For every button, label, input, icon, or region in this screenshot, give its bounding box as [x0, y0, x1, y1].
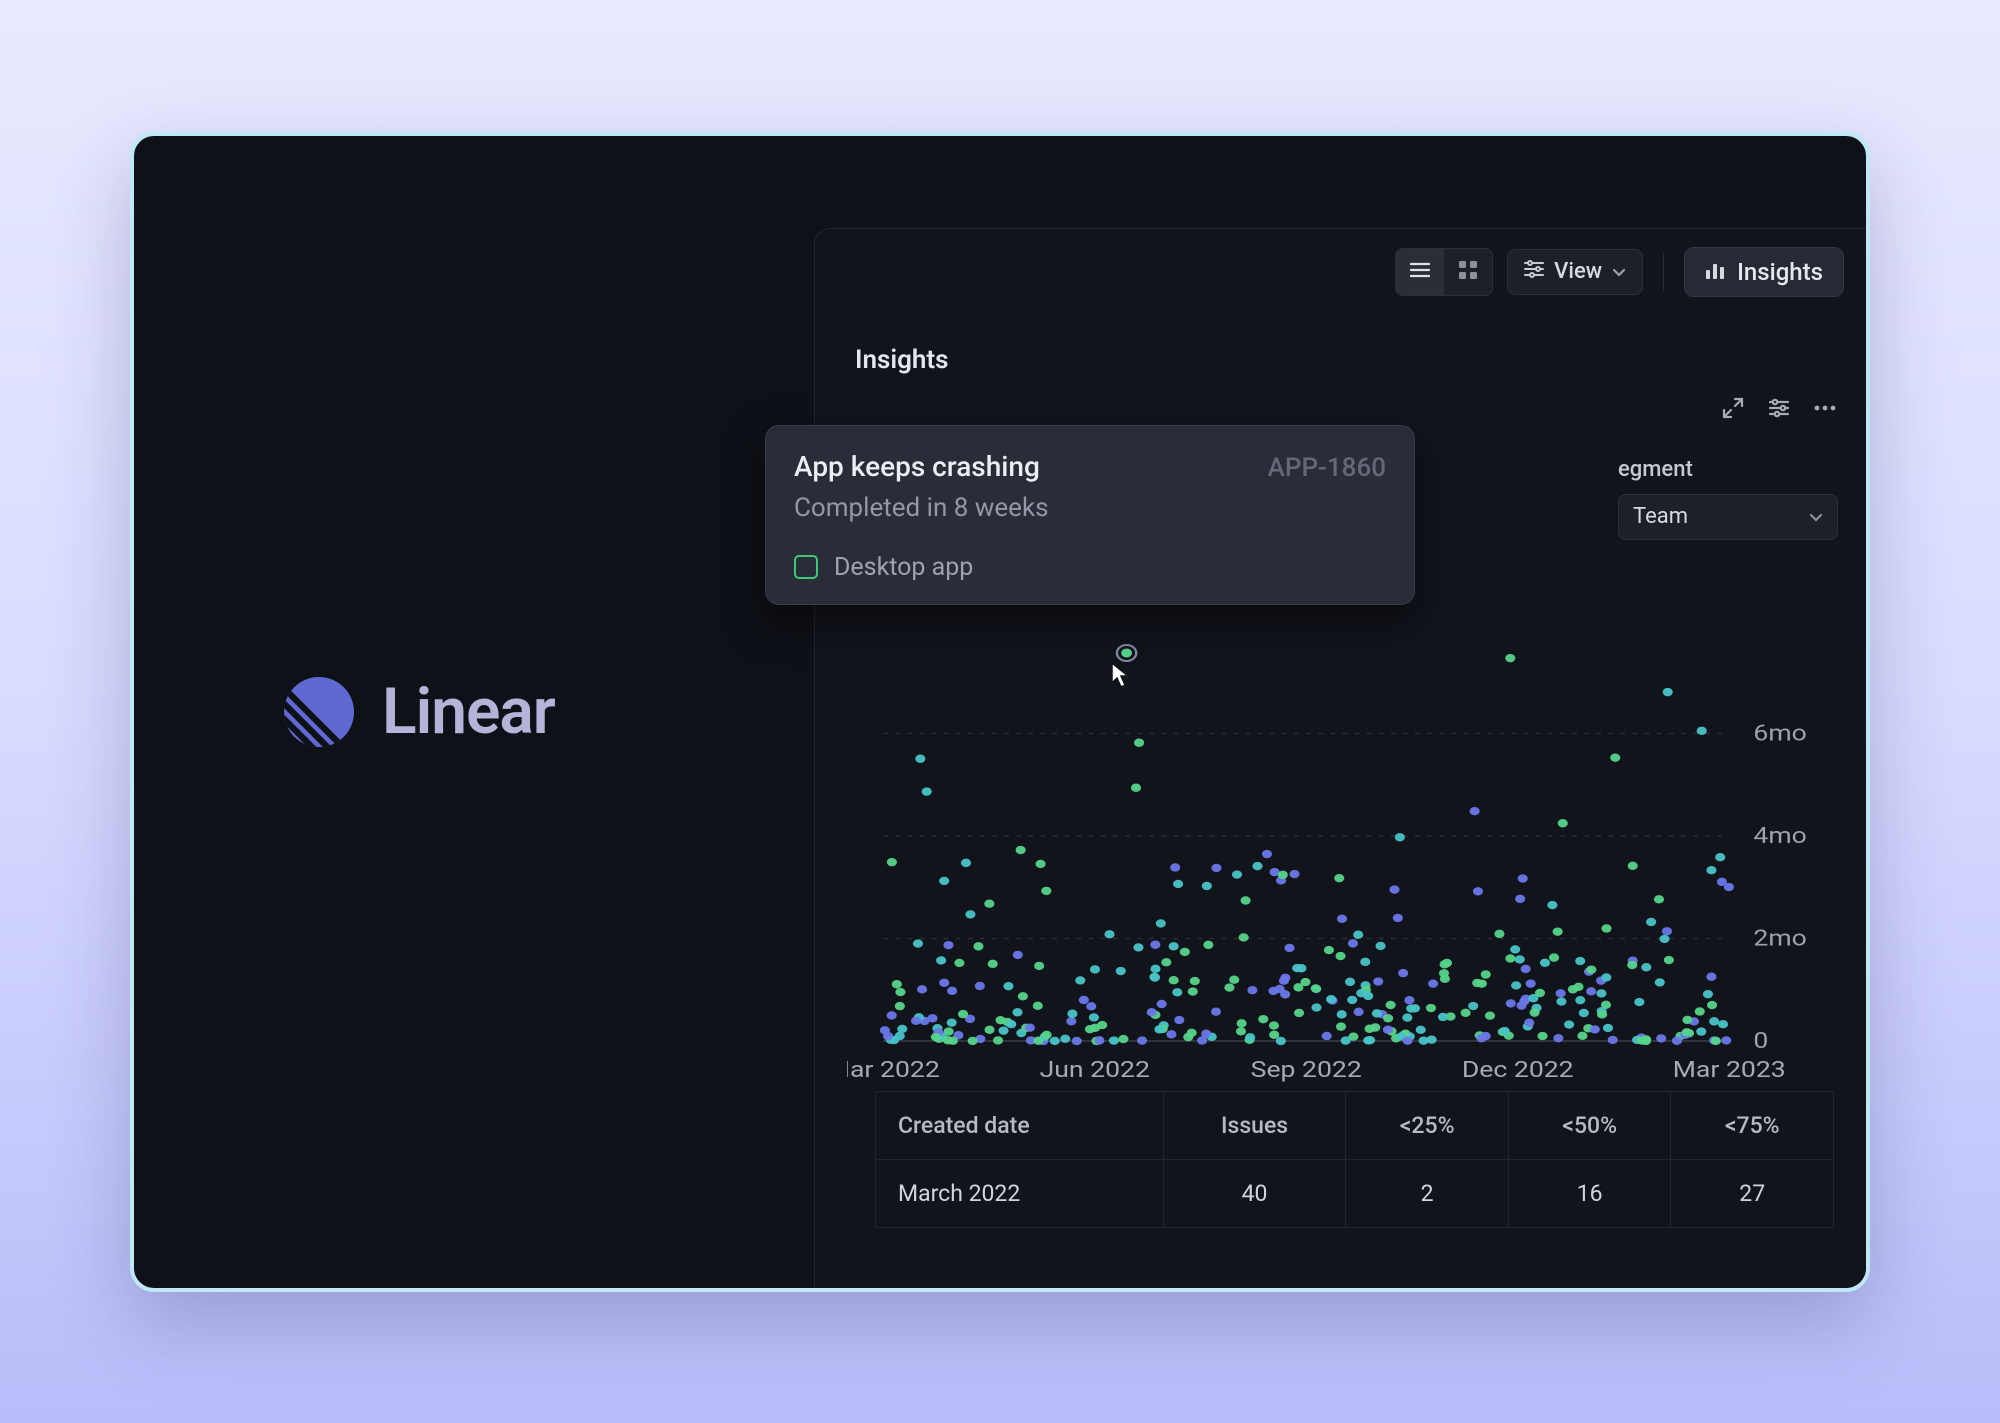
- linear-logo-icon: [284, 677, 354, 747]
- segment-select[interactable]: Team: [1618, 494, 1838, 540]
- issue-tooltip: App keeps crashing APP-1860 Completed in…: [765, 425, 1415, 605]
- segment-value: Team: [1633, 504, 1688, 529]
- section-title: Insights: [815, 315, 1866, 395]
- svg-text:Mar 2023: Mar 2023: [1673, 1056, 1786, 1082]
- brand: Linear: [284, 674, 555, 749]
- toolbar-divider: [1663, 252, 1664, 292]
- table-row: March 20224021627: [876, 1159, 1834, 1227]
- expand-icon[interactable]: [1720, 395, 1746, 421]
- brand-area: Linear: [134, 136, 814, 1288]
- svg-text:6mo: 6mo: [1753, 719, 1806, 745]
- tooltip-project: Desktop app: [834, 553, 973, 582]
- brand-name: Linear: [382, 674, 555, 749]
- table-cell: 16: [1508, 1159, 1671, 1227]
- list-icon: [1410, 262, 1430, 282]
- svg-text:Mar 2022: Mar 2022: [847, 1056, 940, 1082]
- bar-chart-icon: [1705, 258, 1725, 286]
- svg-text:Sep 2022: Sep 2022: [1251, 1056, 1362, 1082]
- list-layout-button[interactable]: [1396, 249, 1444, 295]
- chevron-down-icon: [1612, 259, 1626, 284]
- project-icon: [794, 555, 818, 579]
- view-label: View: [1554, 259, 1602, 284]
- toolbar: View Insights: [815, 229, 1866, 315]
- more-icon[interactable]: [1812, 395, 1838, 421]
- segment-group: egment Team: [1618, 457, 1838, 540]
- svg-text:0: 0: [1753, 1027, 1768, 1053]
- table-cell: 2: [1346, 1159, 1509, 1227]
- grid-icon: [1459, 261, 1477, 283]
- table-header: <50%: [1508, 1091, 1671, 1159]
- grid-layout-button[interactable]: [1444, 249, 1492, 295]
- view-dropdown[interactable]: View: [1507, 249, 1643, 295]
- table-header: <75%: [1671, 1091, 1834, 1159]
- table-cell: 27: [1671, 1159, 1834, 1227]
- app-frame: Linear View: [130, 132, 1870, 1292]
- scatter-chart[interactable]: 0 2mo 4mo 6mo Mar 2022 Jun 2022 Sep 2022 Dec 20…: [847, 621, 1838, 1091]
- table-header: <25%: [1346, 1091, 1509, 1159]
- table-header: Issues: [1163, 1091, 1346, 1159]
- tooltip-subtitle: Completed in 8 weeks: [794, 493, 1386, 523]
- svg-text:2mo: 2mo: [1753, 924, 1806, 950]
- svg-text:Jun 2022: Jun 2022: [1040, 1056, 1150, 1082]
- layout-toggle-group: [1395, 248, 1493, 296]
- tooltip-issue-id: APP-1860: [1268, 453, 1386, 483]
- table-cell: 40: [1163, 1159, 1346, 1227]
- insights-button[interactable]: Insights: [1684, 247, 1844, 297]
- table-cell: March 2022: [876, 1159, 1164, 1227]
- chart-controls: [847, 395, 1850, 421]
- segment-label: egment: [1618, 457, 1838, 482]
- insights-panel: View Insights Insights: [814, 228, 1866, 1288]
- tooltip-title: App keeps crashing: [794, 450, 1040, 483]
- insights-label: Insights: [1737, 258, 1823, 286]
- table-header: Created date: [876, 1091, 1164, 1159]
- settings-sliders-icon[interactable]: [1766, 395, 1792, 421]
- sliders-icon: [1524, 259, 1544, 284]
- cursor-icon: [1109, 661, 1131, 693]
- svg-text:Dec 2022: Dec 2022: [1462, 1056, 1574, 1082]
- chevron-down-icon: [1809, 504, 1823, 529]
- panel-body: egment Team App keeps crashing APP-1860 …: [815, 395, 1866, 1228]
- stats-table: Created dateIssues<25%<50%<75% March 202…: [875, 1091, 1834, 1228]
- svg-text:4mo: 4mo: [1753, 822, 1806, 848]
